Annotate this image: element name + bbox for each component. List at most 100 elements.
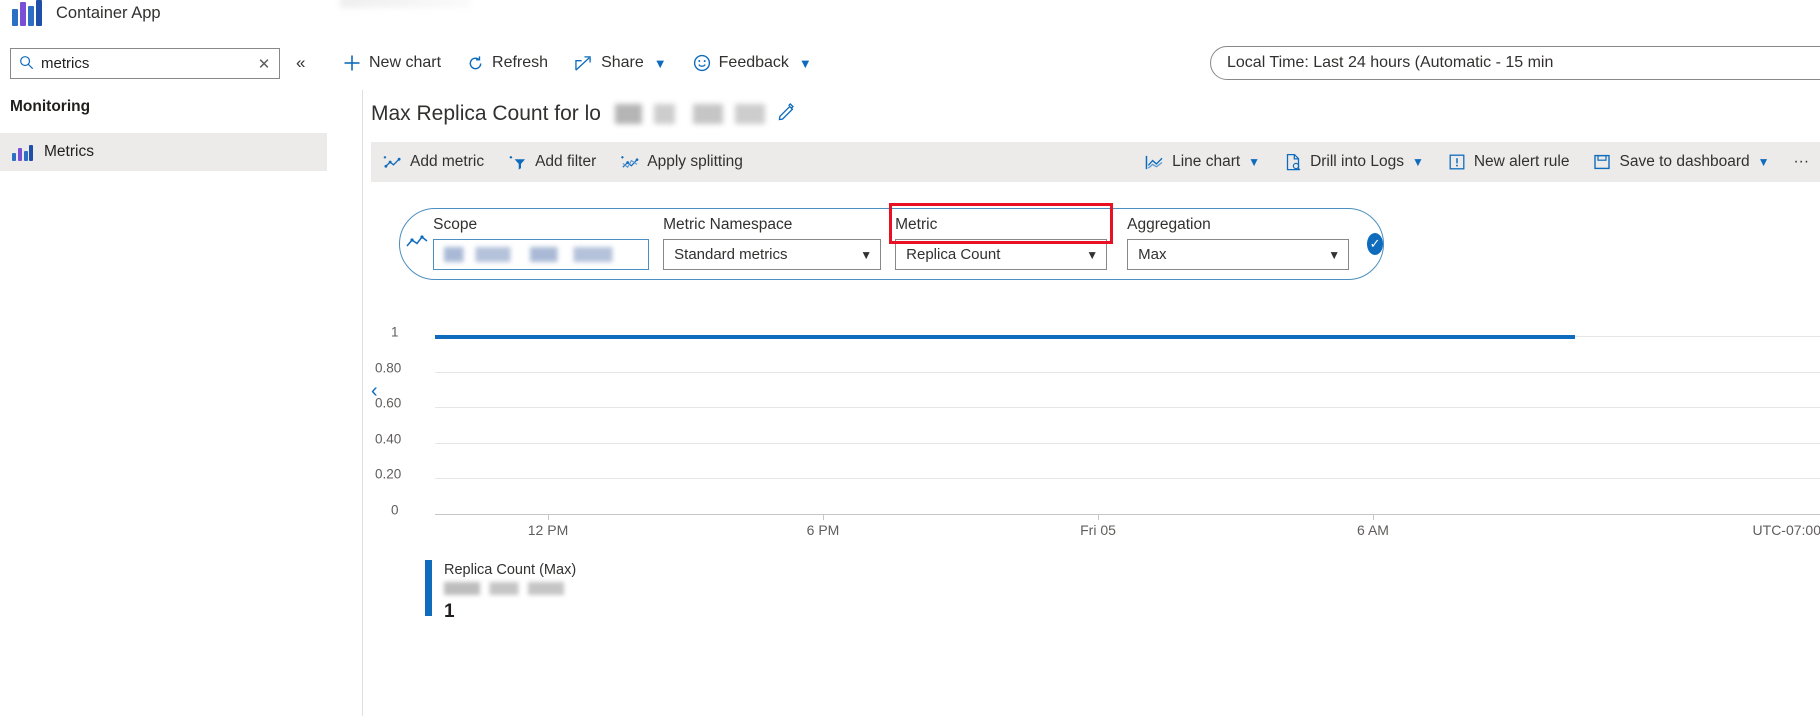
feedback-label: Feedback <box>718 54 789 71</box>
scope-dropdown[interactable] <box>433 239 650 270</box>
save-to-dashboard-button[interactable]: Save to dashboard ▼ <box>1581 143 1781 181</box>
chevron-down-icon[interactable]: ▼ <box>1758 155 1770 169</box>
timezone-label: UTC-07:00 <box>1752 522 1820 538</box>
save-icon <box>1593 153 1611 171</box>
add-filter-label: Add filter <box>535 153 597 170</box>
x-tick-label: 6 PM <box>806 522 840 538</box>
x-tick-label: 12 PM <box>527 522 569 538</box>
pencil-icon[interactable] <box>777 102 796 126</box>
metric-selector: Scope Metric Namespace Standard metrics … <box>399 203 1384 280</box>
drill-into-logs-button[interactable]: Drill into Logs ▼ <box>1272 143 1436 181</box>
share-button[interactable]: Share ▼ <box>561 43 680 83</box>
metrics-chart-card: Max Replica Count for lo Add metric Add … <box>362 90 1820 716</box>
line-chart-icon <box>1145 154 1164 171</box>
refresh-label: Refresh <box>492 54 549 71</box>
search-input[interactable]: metrics <box>41 55 249 72</box>
resource-sidebar: Container App metrics ✕ « Monitoring Met… <box>0 0 330 716</box>
x-tick <box>823 514 824 520</box>
more-commands-label: ··· <box>1793 153 1810 170</box>
page-title: Max Replica Count for lo <box>371 102 601 125</box>
metrics-chart-icon <box>12 144 33 161</box>
metric-label: Metric <box>895 216 938 233</box>
aggregation-dropdown[interactable]: Max ▼ <box>1127 239 1350 270</box>
scope-field: Scope <box>433 208 650 280</box>
refresh-button[interactable]: Refresh <box>454 43 561 83</box>
x-tick <box>548 514 549 520</box>
gridline <box>435 478 1820 479</box>
legend-text-group: Replica Count (Max) 1 <box>444 560 576 623</box>
legend-series-value: 1 <box>444 601 455 622</box>
plus-icon <box>343 54 361 72</box>
share-icon <box>574 55 593 72</box>
metric-dropdown[interactable]: Replica Count ▼ <box>895 239 1108 270</box>
chevron-down-icon[interactable]: ▼ <box>1328 248 1340 262</box>
chart-title-row: Max Replica Count for lo <box>371 102 796 126</box>
x-tick-label: Fri 05 <box>1080 522 1116 538</box>
chevron-down-icon[interactable]: ▼ <box>799 56 812 71</box>
metric-namespace-dropdown[interactable]: Standard metrics ▼ <box>663 239 882 270</box>
add-filter-icon <box>508 154 527 171</box>
add-metric-icon <box>383 154 402 171</box>
new-chart-label: New chart <box>369 54 442 71</box>
chart-plot-area: 1 0.80 0.60 0.40 0.20 0 <box>363 302 1820 518</box>
add-filter-button[interactable]: Add filter <box>496 143 608 181</box>
new-chart-button[interactable]: New chart <box>330 43 454 83</box>
add-metric-button[interactable]: Add metric <box>371 143 496 181</box>
new-alert-rule-button[interactable]: New alert rule <box>1436 143 1582 181</box>
refresh-icon <box>467 55 484 72</box>
y-tick-label: 1 <box>391 324 399 340</box>
scope-label: Scope <box>433 216 478 233</box>
add-metric-label: Add metric <box>410 153 485 170</box>
sidebar-group-monitoring: Monitoring <box>10 98 91 115</box>
metric-namespace-field: Metric Namespace Standard metrics ▼ <box>663 208 882 280</box>
chart-legend: Replica Count (Max) 1 <box>425 560 576 623</box>
close-icon[interactable]: ✕ <box>249 55 279 73</box>
metric-field: Metric Replica Count ▼ <box>889 203 1114 280</box>
apply-splitting-button[interactable]: Apply splitting <box>608 143 755 181</box>
time-range-label: Local Time: Last 24 hours (Automatic - 1… <box>1227 54 1554 71</box>
x-tick <box>1373 514 1374 520</box>
page-breadcrumb-redacted <box>340 0 470 8</box>
resource-header: Container App <box>12 0 161 26</box>
feedback-button[interactable]: Feedback ▼ <box>680 43 825 83</box>
chart-type-button[interactable]: Line chart ▼ <box>1133 143 1272 181</box>
y-tick-label: 0.20 <box>375 466 402 482</box>
chart-x-axis: 12 PM 6 PM Fri 05 6 AM UTC-07:00 <box>363 514 1820 544</box>
double-chevron-left-icon[interactable]: « <box>296 53 306 73</box>
legend-resource-redacted <box>444 582 564 595</box>
chevron-down-icon[interactable]: ▼ <box>1248 155 1260 169</box>
metric-namespace-value: Standard metrics <box>674 246 788 263</box>
y-tick-label: 0.60 <box>375 395 402 411</box>
chevron-down-icon[interactable]: ▼ <box>860 248 872 262</box>
scope-value-redacted <box>444 247 641 262</box>
x-tick <box>1098 514 1099 520</box>
sidebar-search-box[interactable]: metrics ✕ <box>10 48 280 79</box>
more-commands-button[interactable]: ··· <box>1782 143 1820 181</box>
search-icon <box>11 55 41 73</box>
aggregation-field: Aggregation Max ▼ <box>1127 208 1350 280</box>
save-to-dashboard-label: Save to dashboard <box>1619 153 1750 170</box>
gridline <box>435 443 1820 444</box>
drill-into-logs-label: Drill into Logs <box>1310 153 1404 170</box>
sidebar-item-metrics[interactable]: Metrics <box>0 133 327 171</box>
aggregation-label: Aggregation <box>1127 216 1211 233</box>
chart-toolbar: Add metric Add filter Apply splitting Li… <box>371 142 1820 182</box>
container-app-icon <box>12 0 42 26</box>
chevron-down-icon[interactable]: ▼ <box>654 56 667 71</box>
smiley-icon <box>693 54 711 72</box>
main-content: New chart Refresh Share ▼ Feedback ▼ Loc… <box>330 0 1820 716</box>
series-replica-count-line <box>435 335 1575 339</box>
chart-type-label: Line chart <box>1172 153 1241 170</box>
alert-icon <box>1448 153 1466 171</box>
x-tick-label: 6 AM <box>1357 522 1389 538</box>
metric-value: Replica Count <box>906 246 1001 263</box>
gridline <box>435 407 1820 408</box>
chevron-down-icon[interactable]: ▼ <box>1412 155 1424 169</box>
check-circle-icon[interactable]: ✓ <box>1367 233 1383 255</box>
azure-portal-metrics-page: Container App metrics ✕ « Monitoring Met… <box>0 0 1820 716</box>
chart-title-redacted <box>614 104 765 124</box>
time-range-picker[interactable]: Local Time: Last 24 hours (Automatic - 1… <box>1210 46 1820 80</box>
new-alert-rule-label: New alert rule <box>1473 153 1570 170</box>
legend-series-name: Replica Count (Max) <box>444 562 577 578</box>
chevron-down-icon[interactable]: ▼ <box>1086 248 1098 262</box>
